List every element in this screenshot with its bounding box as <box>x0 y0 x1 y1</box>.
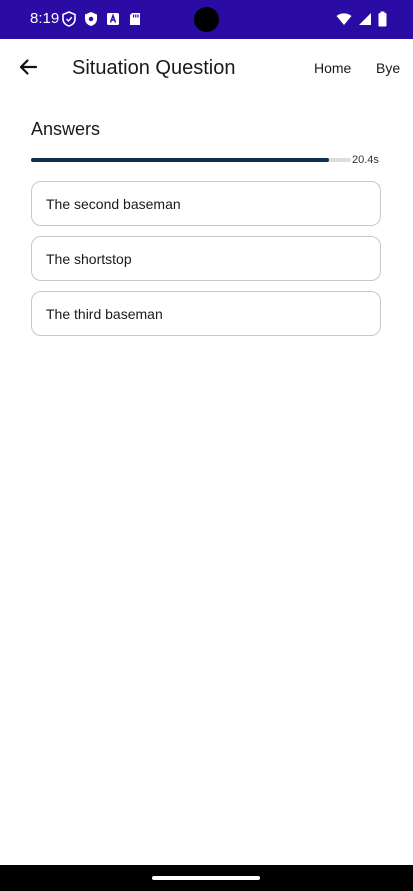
back-button[interactable] <box>14 53 42 81</box>
status-icons-right <box>336 11 387 27</box>
timer-progress-fill <box>31 158 329 162</box>
page-title: Situation Question <box>72 57 236 79</box>
nav-bye-link[interactable]: Bye <box>376 59 400 77</box>
answer-option-label: The shortstop <box>46 250 132 267</box>
answer-list: The second baseman The shortstop The thi… <box>31 181 381 346</box>
timer-progress-bar <box>31 158 351 162</box>
home-gesture-handle[interactable] <box>152 876 260 880</box>
arrow-back-icon <box>18 57 38 77</box>
status-time: 8:19 <box>30 10 60 27</box>
a-box-icon <box>106 11 120 27</box>
nav-home-link[interactable]: Home <box>314 59 351 77</box>
security-shield-icon <box>84 11 98 27</box>
answers-heading: Answers <box>31 119 101 139</box>
app-bar: Situation Question Home Bye <box>0 39 413 97</box>
system-nav-bar <box>0 865 413 891</box>
timer-text: 20.4s <box>352 154 379 166</box>
status-icons-left <box>62 11 142 27</box>
signal-icon <box>358 11 372 27</box>
wifi-icon <box>336 11 352 27</box>
answer-option-1[interactable]: The second baseman <box>31 181 381 226</box>
answer-option-3[interactable]: The third baseman <box>31 291 381 336</box>
vpn-shield-icon <box>62 11 76 27</box>
answer-option-label: The second baseman <box>46 195 181 212</box>
answer-option-label: The third baseman <box>46 305 163 322</box>
battery-icon <box>378 11 387 27</box>
sd-card-icon <box>128 11 142 27</box>
status-bar: 8:19 <box>0 0 413 39</box>
camera-cutout <box>194 7 219 32</box>
answer-option-2[interactable]: The shortstop <box>31 236 381 281</box>
